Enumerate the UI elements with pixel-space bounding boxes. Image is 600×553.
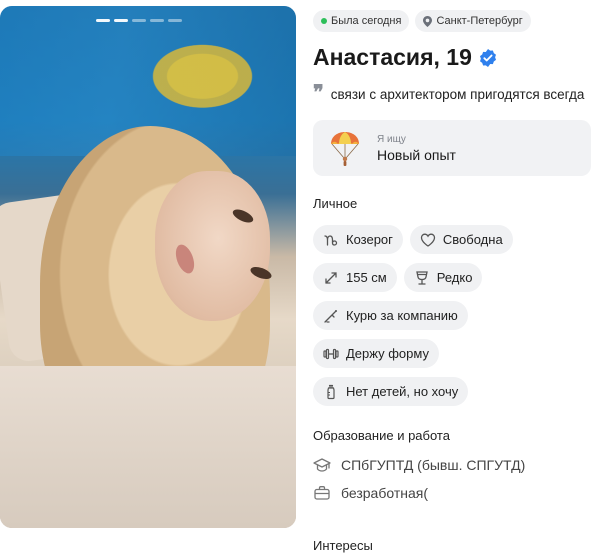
interests-section-title: Интересы [313,538,373,553]
status-chips: Была сегодня Санкт-Петербург [313,10,598,32]
city-chip: Санкт-Петербург [415,10,531,32]
tag-label: Нет детей, но хочу [346,384,459,399]
name-row: Анастасия, 19 [313,44,598,71]
glass-icon [415,270,428,285]
online-dot-icon [321,18,327,24]
seeking-card: Я ищу Новый опыт [313,120,591,176]
dumbbell-icon [323,348,339,359]
capricorn-icon [324,234,338,246]
location-pin-icon [423,15,433,27]
profile-panel: Была сегодня Санкт-Петербург Анастасия, … [313,10,598,502]
tag-label: Редко [436,270,473,285]
tag-zodiac[interactable]: Козерог [313,225,403,254]
photo-shirt [0,366,296,528]
education-job-text: безработная( [341,485,429,501]
heart-icon [420,233,436,247]
graduation-cap-icon [313,458,331,472]
bio-quote: ❞ связи с архитектором пригодятся всегда [313,80,598,104]
seeking-label: Я ищу [377,133,406,145]
tag-relationship[interactable]: Свободна [409,225,513,254]
tag-label: 155 см [346,270,387,285]
tag-label: Козерог [346,232,393,247]
photo-pagination [96,19,182,22]
tag-label: Курю за компанию [346,308,458,323]
profile-photo[interactable] [0,6,296,528]
height-icon [325,271,337,284]
tag-drinking[interactable]: Редко [403,263,483,292]
pagination-dot-active[interactable] [96,19,110,22]
tag-smoking[interactable]: Курю за компанию [313,301,468,330]
profile-name: Анастасия, 19 [313,44,472,70]
tag-label: Держу форму [346,346,429,361]
tag-children[interactable]: Нет детей, но хочу [313,377,469,406]
pagination-dot[interactable] [168,19,182,22]
baby-bottle-icon [327,384,335,399]
briefcase-icon [314,486,330,500]
city-text: Санкт-Петербург [436,15,523,27]
quote-icon: ❞ [313,80,324,104]
education-job: безработная( [313,484,598,502]
pagination-dot[interactable] [150,19,164,22]
seeking-value: Новый опыт [377,146,456,163]
last-seen-text: Была сегодня [331,15,402,27]
photo-face [155,171,270,321]
tag-height[interactable]: 155 см [313,263,397,292]
parachute-icon [331,132,359,166]
cigarette-icon [324,309,337,323]
personal-tags: Козерог Свободна 155 см Редко Курю за ко… [313,225,563,406]
pagination-dot-active[interactable] [114,19,128,22]
verified-check-icon[interactable] [479,48,497,67]
last-seen-chip: Была сегодня [313,10,410,32]
education-school-text: СПбГУПТД (бывш. СПГУТД) [341,457,526,473]
personal-section-title: Личное [313,196,358,211]
bio-text: связи с архитектором пригодятся всегда [330,87,585,102]
education-section-title: Образование и работа [313,428,450,443]
tag-label: Свободна [442,232,503,247]
seeking-text: Я ищу Новый опыт [377,134,456,163]
education-school: СПбГУПТД (бывш. СПГУТД) [313,456,598,474]
photo-flag-sun [120,24,270,119]
tag-sport[interactable]: Держу форму [313,339,439,368]
pagination-dot[interactable] [132,19,146,22]
